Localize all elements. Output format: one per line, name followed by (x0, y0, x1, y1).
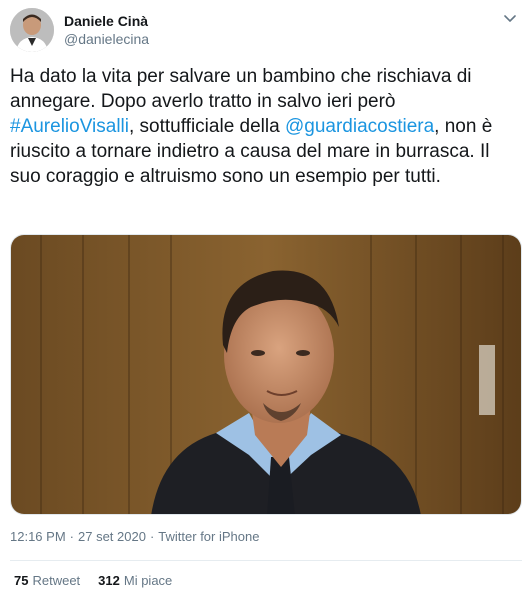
tweet-time[interactable]: 12:16 PM (10, 528, 66, 546)
tweet-stats: 75 Retweet 312 Mi piace (14, 572, 172, 590)
retweets-count: 75 (14, 573, 29, 588)
tweet-text: Ha dato la vita per salvare un bambino c… (10, 64, 522, 189)
meta-separator: · (149, 529, 155, 544)
tweet-photo[interactable] (10, 234, 522, 515)
author-names: Daniele Cinà @danielecina (64, 12, 149, 48)
likes-stat[interactable]: 312 Mi piace (98, 572, 172, 590)
likes-label: Mi piace (123, 573, 173, 588)
retweets-label: Retweet (32, 573, 81, 588)
tweet-source[interactable]: Twitter for iPhone (158, 528, 259, 546)
tweet-text-part: , sottufficiale della (129, 116, 285, 137)
display-name[interactable]: Daniele Cinà (64, 12, 149, 30)
photo-image (11, 235, 521, 514)
avatar-image (10, 8, 54, 52)
tweet-card: Daniele Cinà @danielecina Ha dato la vit… (0, 0, 532, 602)
tweet-date[interactable]: 27 set 2020 (78, 528, 146, 546)
hashtag-link[interactable]: #AurelioVisalli (10, 116, 129, 137)
mention-link[interactable]: @guardiacostiera (285, 116, 434, 137)
retweets-stat[interactable]: 75 Retweet (14, 572, 80, 590)
tweet-meta: 12:16 PM · 27 set 2020 · Twitter for iPh… (10, 528, 259, 546)
divider (10, 560, 522, 561)
likes-count: 312 (98, 573, 120, 588)
tweet-header: Daniele Cinà @danielecina (10, 8, 149, 52)
tweet-text-part: Ha dato la vita per salvare un bambino c… (10, 66, 472, 112)
meta-separator: · (69, 529, 74, 544)
avatar[interactable] (10, 8, 54, 52)
chevron-down-icon[interactable] (502, 10, 518, 26)
user-handle[interactable]: @danielecina (64, 30, 149, 48)
